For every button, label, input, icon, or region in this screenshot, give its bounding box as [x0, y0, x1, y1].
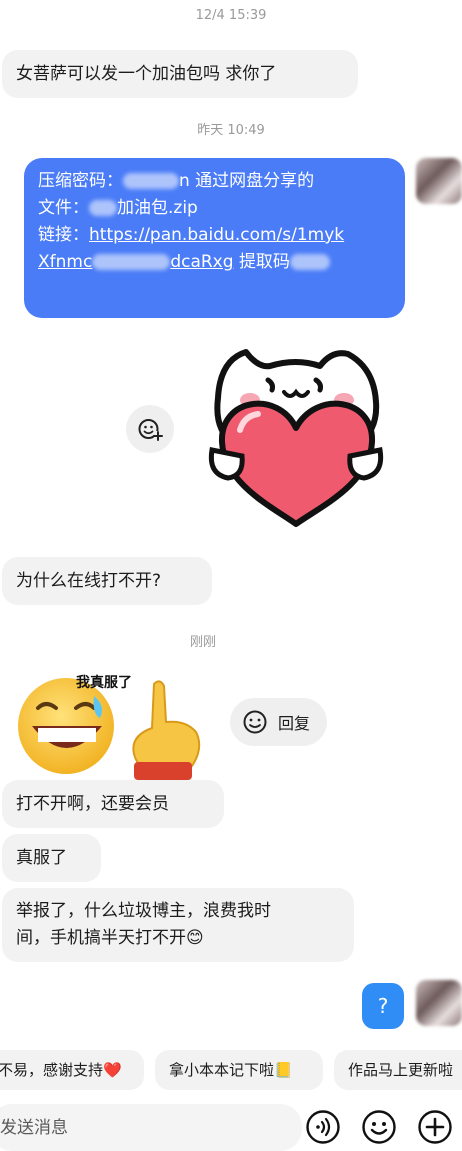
- incoming-message[interactable]: 为什么在线打不开?: [2, 557, 212, 605]
- reply-label: 回复: [278, 714, 311, 733]
- share-line-link: 链接：https://pan.baidu.com/s/1myk: [38, 225, 345, 245]
- redacted-blur: [89, 200, 117, 216]
- share-line-code: Xfnmc dcaRxg 提取码: [38, 249, 391, 276]
- voice-icon: [306, 1110, 340, 1144]
- incoming-message[interactable]: 举报了，什么垃圾博主，浪费我时 间，手机搞半天打不开😊: [2, 888, 354, 962]
- cat-heart-sticker[interactable]: [198, 338, 394, 528]
- laugh-sticker[interactable]: 我真服了: [14, 670, 214, 780]
- avatar[interactable]: [416, 158, 462, 204]
- plus-button[interactable]: [416, 1108, 454, 1146]
- add-emoji-icon: [138, 419, 163, 441]
- message-text: ?: [377, 994, 389, 1018]
- quick-reply-chip[interactable]: 拿小本本记下啦📒: [155, 1050, 323, 1090]
- sticker-caption: 我真服了: [76, 675, 132, 691]
- share-line-password: 压缩密码： n 通过网盘分享的: [38, 171, 315, 191]
- message-text: 真服了: [16, 848, 67, 868]
- add-emoji-button[interactable]: [126, 405, 174, 453]
- composer-bar: [0, 1104, 462, 1151]
- voice-button[interactable]: [304, 1108, 342, 1146]
- message-text: 女菩萨可以发一个加油包吗 求你了: [16, 64, 277, 84]
- reply-button[interactable]: 回复: [230, 698, 327, 746]
- timestamp: 昨天 10:49: [197, 123, 265, 138]
- avatar[interactable]: [416, 980, 462, 1026]
- redacted-blur: [123, 173, 179, 189]
- message-text: 间，手机搞半天打不开😊: [16, 928, 204, 948]
- quick-reply-bar: 不易，感谢支持❤️ 拿小本本记下啦📒 作品马上更新啦: [0, 1050, 462, 1090]
- emoji-button[interactable]: [360, 1108, 398, 1146]
- plus-icon: [418, 1110, 452, 1144]
- share-line-file: 文件： 加油包.zip: [38, 198, 198, 218]
- incoming-message[interactable]: 打不开啊，还要会员: [2, 780, 224, 828]
- share-link[interactable]: https://pan.baidu.com/s/1myk: [89, 225, 344, 245]
- incoming-message[interactable]: 真服了: [2, 834, 101, 882]
- redacted-blur: [289, 254, 330, 270]
- share-message-bubble[interactable]: 压缩密码： n 通过网盘分享的 文件： 加油包.zip 链接：https://pan…: [24, 158, 405, 318]
- message-text: 举报了，什么垃圾博主，浪费我时: [16, 901, 271, 921]
- quick-reply-chip[interactable]: 作品马上更新啦: [334, 1050, 462, 1090]
- incoming-message[interactable]: 女菩萨可以发一个加油包吗 求你了: [2, 50, 358, 98]
- redacted-blur: [92, 254, 171, 270]
- timestamp: 刚刚: [189, 635, 216, 650]
- outgoing-message[interactable]: ?: [362, 983, 404, 1029]
- message-text: 为什么在线打不开?: [16, 571, 162, 591]
- emoji-icon: [362, 1110, 396, 1144]
- message-text: 打不开啊，还要会员: [16, 794, 169, 814]
- timestamp: 12/4 15:39: [195, 8, 267, 23]
- message-input[interactable]: [0, 1104, 302, 1151]
- quick-reply-chip[interactable]: 不易，感谢支持❤️: [0, 1050, 144, 1090]
- smile-icon: [243, 710, 267, 734]
